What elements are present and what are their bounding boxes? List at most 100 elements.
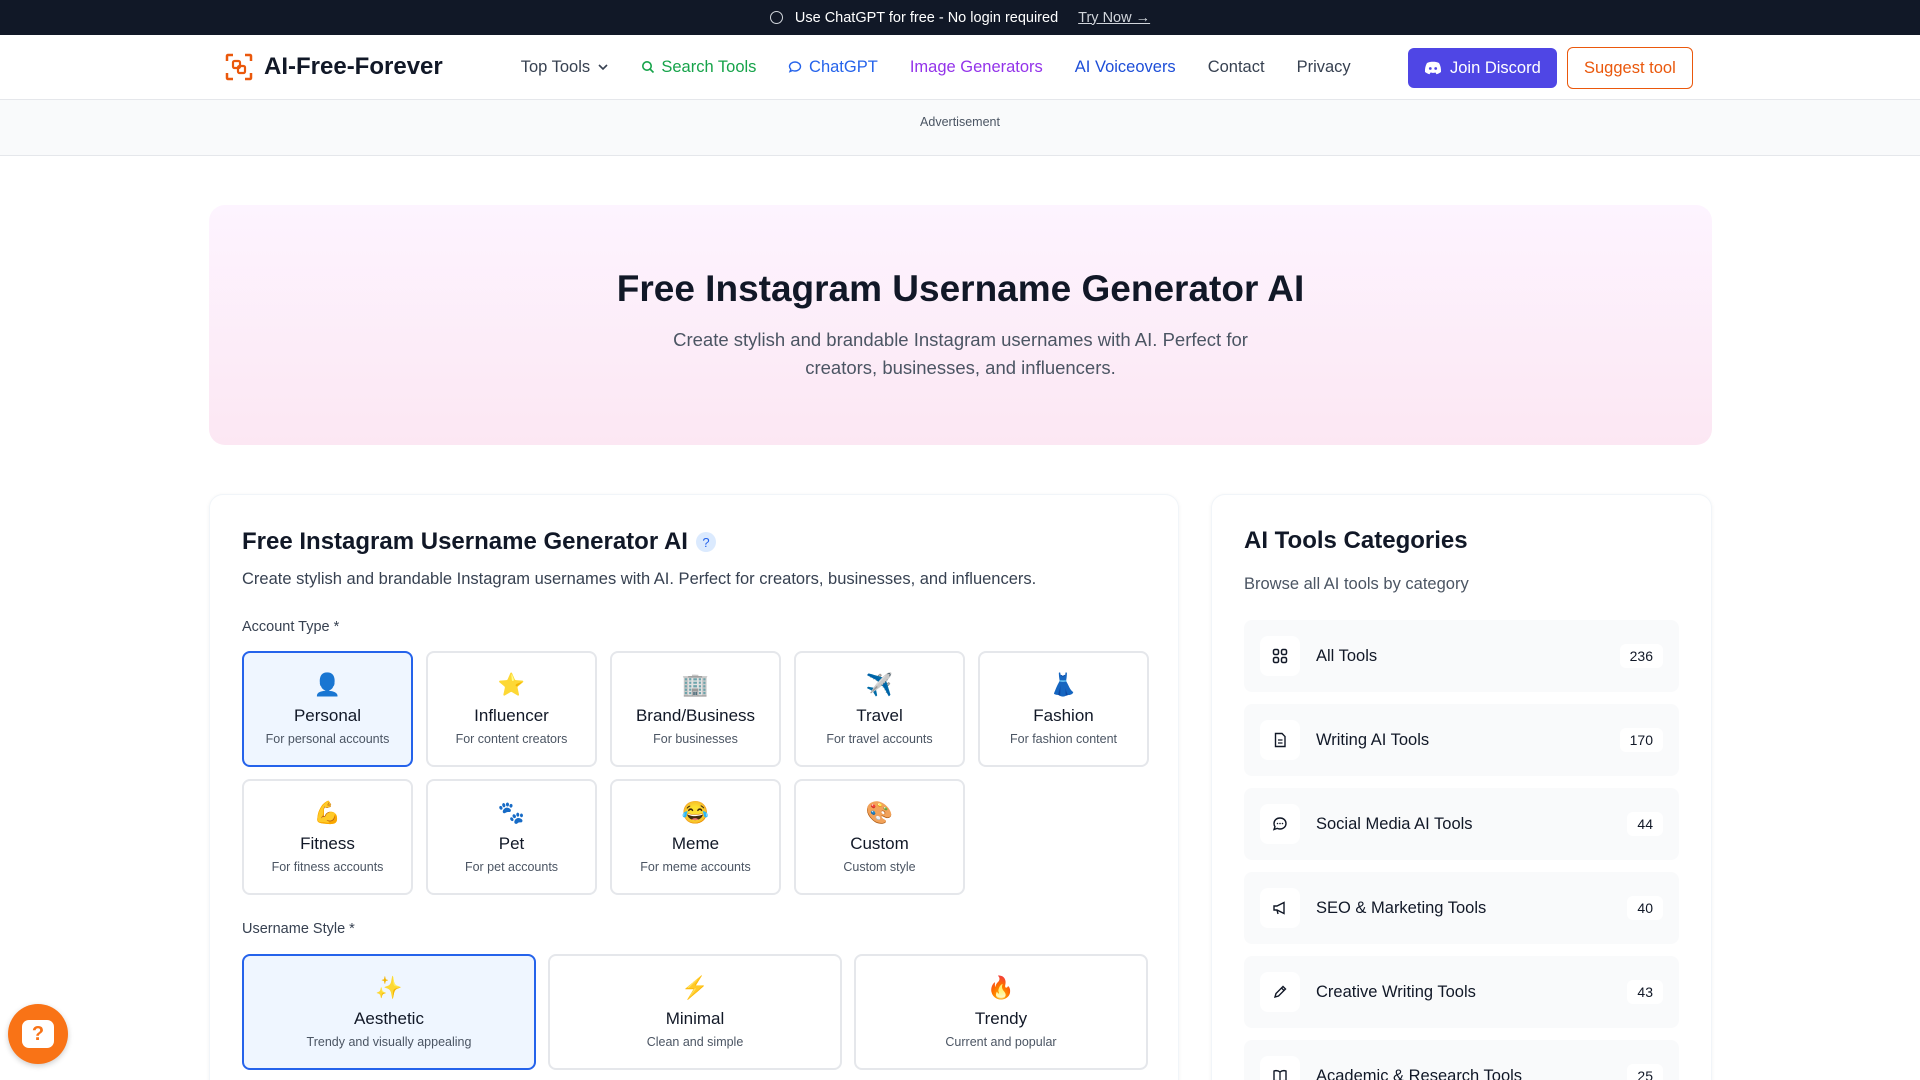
tool-title: Free Instagram Username Generator AI ? — [242, 528, 1146, 556]
page-subtitle: Create stylish and brandable Instagram u… — [673, 329, 1248, 378]
option-description: For meme accounts — [640, 860, 751, 874]
chat-bubble-icon — [1260, 804, 1300, 844]
join-discord-label: Join Discord — [1450, 58, 1541, 77]
logo-text: AI-Free-Forever — [264, 53, 443, 80]
category-name: SEO & Marketing Tools — [1316, 898, 1487, 917]
advertisement-slot: Advertisement — [0, 100, 1920, 156]
tool-subtitle: Create stylish and brandable Instagram u… — [242, 570, 1037, 588]
style-aesthetic[interactable]: ✨ Aesthetic Trendy and visually appealin… — [242, 954, 536, 1070]
nav-chatgpt[interactable]: ChatGPT — [788, 57, 878, 77]
account-type-pet[interactable]: 🐾 Pet For pet accounts — [426, 779, 597, 895]
option-description: Current and popular — [945, 1035, 1057, 1049]
nav-chatgpt-label: ChatGPT — [809, 57, 878, 76]
option-title: Pet — [498, 834, 525, 853]
account-type-label: Account Type * — [242, 619, 340, 635]
option-title: Fitness — [300, 834, 355, 853]
username-style-label: Username Style * — [242, 921, 355, 937]
question-icon: ? — [22, 1020, 54, 1048]
category-list: All Tools 236 Writing AI Tools 170 Socia… — [1244, 620, 1679, 1080]
category-count: 170 — [1619, 728, 1663, 752]
person-icon: 👤 — [313, 672, 342, 697]
account-type-personal[interactable]: 👤 Personal For personal accounts — [242, 651, 413, 767]
option-description: For content creators — [455, 732, 568, 746]
help-icon[interactable]: ? — [695, 532, 716, 552]
pencil-icon — [1260, 972, 1300, 1012]
option-description: Clean and simple — [646, 1035, 744, 1049]
chat-bubble-icon — [769, 11, 783, 24]
category-academic-research-tools[interactable]: Academic & Research Tools 25 — [1244, 1040, 1679, 1080]
option-description: For fitness accounts — [271, 860, 384, 874]
site-logo[interactable]: AI-Free-Forever — [224, 52, 443, 82]
megaphone-icon — [1260, 888, 1300, 928]
account-type-fashion[interactable]: 👗 Fashion For fashion content — [978, 651, 1149, 767]
category-count: 44 — [1627, 812, 1663, 836]
option-title: Fashion — [1033, 706, 1094, 725]
option-title: Aesthetic — [354, 1009, 424, 1028]
account-type-brand-business[interactable]: 🏢 Brand/Business For businesses — [610, 651, 781, 767]
category-name: Academic & Research Tools — [1316, 1066, 1523, 1080]
flexed-bicep-icon: 💪 — [313, 800, 342, 825]
chat-bubble-icon — [789, 61, 802, 73]
lightning-icon: ⚡ — [681, 975, 709, 1000]
category-count: 40 — [1627, 896, 1663, 920]
dress-icon: 👗 — [1049, 672, 1078, 697]
logo-icon — [225, 53, 253, 81]
hero-section: Free Instagram Username Generator AI Cre… — [209, 205, 1712, 445]
style-trendy[interactable]: 🔥 Trendy Current and popular — [854, 954, 1148, 1070]
airplane-icon: ✈️ — [865, 672, 894, 697]
promo-banner: Use ChatGPT for free - No login required… — [0, 0, 1920, 35]
option-title: Travel — [856, 706, 903, 725]
tool-title-text: Free Instagram Username Generator AI — [242, 528, 688, 555]
category-creative-writing-tools[interactable]: Creative Writing Tools 43 — [1244, 956, 1679, 1028]
palette-icon: 🎨 — [865, 800, 894, 825]
account-type-options: 👤 Personal For personal accounts ⭐ Influ… — [242, 651, 1149, 895]
nav-image-generators[interactable]: Image Generators — [910, 58, 1043, 77]
account-type-meme[interactable]: 😂 Meme For meme accounts — [610, 779, 781, 895]
account-type-travel[interactable]: ✈️ Travel For travel accounts — [794, 651, 965, 767]
category-count: 43 — [1627, 980, 1663, 1004]
category-all-tools[interactable]: All Tools 236 — [1244, 620, 1679, 692]
account-type-custom[interactable]: 🎨 Custom Custom style — [794, 779, 965, 895]
main-nav: Top Tools Search Tools ChatGPT Image Gen… — [521, 58, 1351, 77]
nav-contact[interactable]: Contact — [1208, 58, 1265, 77]
book-icon — [1260, 1056, 1300, 1080]
category-name: All Tools — [1316, 646, 1378, 665]
category-count: 236 — [1619, 644, 1663, 668]
account-type-fitness[interactable]: 💪 Fitness For fitness accounts — [242, 779, 413, 895]
categories-sidebar: AI Tools Categories Browse all AI tools … — [1211, 494, 1712, 1080]
option-description: For businesses — [653, 732, 738, 746]
sidebar-subtitle: Browse all AI tools by category — [1244, 575, 1469, 593]
option-title: Influencer — [474, 706, 549, 725]
option-description: For pet accounts — [464, 860, 559, 874]
try-now-link[interactable]: Try Now → — [1078, 10, 1150, 26]
option-description: Trendy and visually appealing — [306, 1035, 472, 1049]
join-discord-button[interactable]: Join Discord — [1408, 48, 1557, 88]
category-name: Social Media AI Tools — [1316, 814, 1473, 833]
search-icon — [641, 61, 654, 74]
category-name: Creative Writing Tools — [1316, 982, 1476, 1001]
discord-icon — [1424, 61, 1442, 75]
sidebar-title: AI Tools Categories — [1244, 527, 1468, 554]
nav-top-tools[interactable]: Top Tools — [521, 58, 609, 77]
nav-top-tools-label: Top Tools — [520, 57, 591, 76]
option-title: Custom — [850, 834, 909, 853]
site-header: AI-Free-Forever Top Tools Search Tools C… — [0, 35, 1920, 100]
floating-help-button[interactable]: ? — [8, 1004, 68, 1064]
username-style-options: ✨ Aesthetic Trendy and visually appealin… — [242, 954, 1148, 1070]
nav-ai-voiceovers[interactable]: AI Voiceovers — [1075, 58, 1176, 77]
category-seo-marketing-tools[interactable]: SEO & Marketing Tools 40 — [1244, 872, 1679, 944]
option-title: Minimal — [665, 1009, 725, 1028]
nav-privacy[interactable]: Privacy — [1297, 58, 1351, 77]
document-icon — [1260, 720, 1300, 760]
category-social-media-ai-tools[interactable]: Social Media AI Tools 44 — [1244, 788, 1679, 860]
category-writing-ai-tools[interactable]: Writing AI Tools 170 — [1244, 704, 1679, 776]
account-type-influencer[interactable]: ⭐ Influencer For content creators — [426, 651, 597, 767]
suggest-tool-button[interactable]: Suggest tool — [1567, 47, 1693, 89]
building-icon: 🏢 — [681, 672, 710, 697]
nav-search-tools[interactable]: Search Tools — [641, 58, 756, 77]
style-minimal[interactable]: ⚡ Minimal Clean and simple — [548, 954, 842, 1070]
chevron-down-icon — [598, 64, 608, 71]
promo-text: Use ChatGPT for free - No login required — [794, 9, 1059, 26]
grid-icon — [1260, 636, 1300, 676]
option-description: For personal accounts — [265, 732, 390, 746]
